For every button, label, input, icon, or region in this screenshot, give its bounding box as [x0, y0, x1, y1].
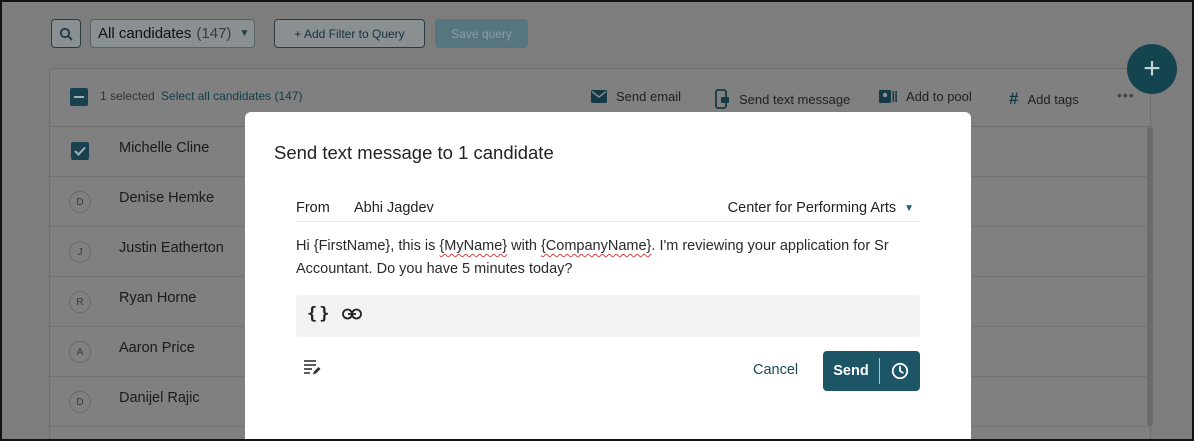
- search-icon: [59, 27, 73, 40]
- add-tags-action[interactable]: # Add tags: [1009, 89, 1079, 109]
- plus-icon: +: [1143, 52, 1161, 85]
- clock-icon: [891, 362, 909, 380]
- send-email-label: Send email: [616, 89, 682, 104]
- table-scrollbar[interactable]: [1147, 126, 1153, 426]
- checkmark-icon: [74, 146, 86, 156]
- add-tags-label: Add tags: [1027, 91, 1079, 107]
- envelope-icon: [591, 90, 607, 103]
- phone-message-icon: [715, 89, 730, 109]
- candidate-name[interactable]: Ryan Horne: [119, 290, 196, 306]
- add-to-pool-action[interactable]: Add to pool: [879, 89, 972, 104]
- send-button[interactable]: Send: [823, 363, 879, 379]
- selection-summary: 1 selected Select all candidates (147): [100, 89, 302, 103]
- add-filter-button[interactable]: + Add Filter to Query: [274, 19, 425, 48]
- candidate-avatar: J: [69, 241, 91, 263]
- cancel-button[interactable]: Cancel: [753, 362, 798, 378]
- template-notes-icon[interactable]: [303, 359, 321, 381]
- send-text-label: Send text message: [739, 91, 851, 107]
- select-all-checkbox[interactable]: [70, 88, 88, 106]
- pool-icon: [879, 90, 897, 103]
- hashtag-icon: #: [1009, 89, 1019, 108]
- search-button[interactable]: [51, 19, 81, 48]
- modal-title: Send text message to 1 candidate: [274, 142, 554, 163]
- candidate-avatar: R: [69, 291, 91, 313]
- candidate-view-select[interactable]: All candidates (147) ▼: [90, 19, 255, 48]
- candidate-name[interactable]: Justin Eatherton: [119, 240, 224, 256]
- selection-count: 1 selected: [100, 89, 155, 103]
- schedule-send-button[interactable]: [880, 362, 920, 380]
- query-toolbar: All candidates (147) ▼ + Add Filter to Q…: [0, 0, 1194, 68]
- message-text: Hi {FirstName}, this is: [296, 238, 440, 254]
- caret-down-icon: ▼: [239, 28, 250, 39]
- view-name: All candidates: [98, 25, 192, 42]
- companyname-token: {CompanyName}: [540, 238, 652, 254]
- from-label: From: [296, 200, 330, 216]
- view-count: (147): [196, 25, 232, 42]
- candidate-name[interactable]: Denise Hemke: [119, 190, 214, 206]
- send-text-action[interactable]: Send text message: [715, 89, 850, 109]
- candidate-name[interactable]: Aaron Price: [119, 340, 195, 356]
- add-to-pool-label: Add to pool: [906, 89, 972, 104]
- from-organization-select[interactable]: Center for Performing Arts ▼: [728, 200, 914, 216]
- candidate-name[interactable]: Michelle Cline: [119, 140, 209, 156]
- select-all-link[interactable]: Select all candidates (147): [161, 89, 302, 103]
- message-textarea[interactable]: Hi {FirstName}, this is {MyName} with {C…: [296, 235, 916, 281]
- insert-variable-button[interactable]: {}: [307, 304, 331, 324]
- candidate-avatar: D: [69, 191, 91, 213]
- insert-link-button[interactable]: [342, 307, 362, 325]
- save-query-button[interactable]: Save query: [435, 19, 528, 48]
- message-toolbar: {}: [296, 295, 920, 337]
- send-text-modal: Send text message to 1 candidate From Ab…: [245, 112, 971, 441]
- candidate-name[interactable]: Danijel Rajic: [119, 390, 200, 406]
- from-row: From Abhi Jagdev Center for Performing A…: [296, 192, 920, 222]
- link-icon: [342, 308, 362, 320]
- row-checkbox-checked[interactable]: [71, 142, 89, 160]
- add-candidate-fab[interactable]: +: [1127, 44, 1177, 94]
- myname-token: {MyName}: [439, 238, 508, 254]
- send-email-action[interactable]: Send email: [591, 89, 681, 104]
- message-text: with: [507, 238, 541, 254]
- candidate-avatar: A: [69, 341, 91, 363]
- from-sender-name: Abhi Jagdev: [354, 200, 434, 216]
- send-button-group: Send: [823, 351, 920, 391]
- more-actions-button[interactable]: •••: [1117, 87, 1135, 103]
- caret-down-icon: ▼: [904, 202, 914, 214]
- organization-name: Center for Performing Arts: [727, 200, 897, 216]
- candidate-avatar: D: [69, 391, 91, 413]
